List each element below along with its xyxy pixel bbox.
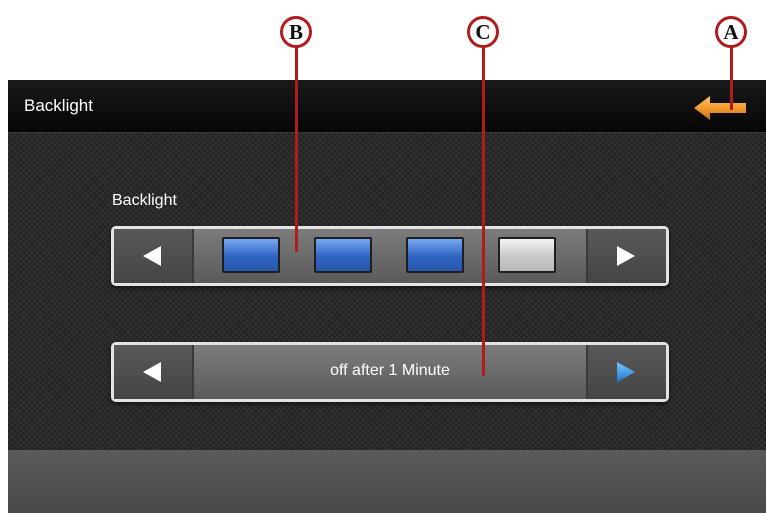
timeout-value: off after 1 Minute [330, 362, 450, 379]
brightness-control [111, 226, 669, 286]
title-bar: Backlight [8, 80, 766, 133]
brightness-level-3[interactable] [406, 237, 464, 273]
right-arrow-icon [617, 246, 635, 266]
right-arrow-icon [617, 362, 635, 382]
callout-line-c [482, 46, 485, 376]
timeout-increase-button[interactable] [586, 345, 666, 399]
left-arrow-icon [143, 246, 161, 266]
bottom-bar [8, 450, 766, 513]
left-arrow-icon [143, 362, 161, 382]
callout-a: A [715, 16, 747, 48]
device-screen: Backlight Backlight off after 1 Minute [8, 80, 766, 513]
brightness-level-1[interactable] [222, 237, 280, 273]
callout-line-b [295, 46, 298, 252]
back-arrow-icon [694, 96, 746, 120]
callout-b: B [280, 16, 312, 48]
brightness-level-2[interactable] [314, 237, 372, 273]
brightness-level-4[interactable] [498, 237, 556, 273]
brightness-level-bars [216, 237, 576, 275]
page-title: Backlight [24, 96, 93, 115]
timeout-control: off after 1 Minute [111, 342, 669, 402]
back-button[interactable] [692, 94, 748, 122]
callout-c: C [467, 16, 499, 48]
brightness-increase-button[interactable] [586, 229, 666, 283]
backlight-label: Backlight [112, 192, 177, 209]
timeout-decrease-button[interactable] [114, 345, 194, 399]
brightness-decrease-button[interactable] [114, 229, 194, 283]
callout-line-a [730, 46, 733, 110]
